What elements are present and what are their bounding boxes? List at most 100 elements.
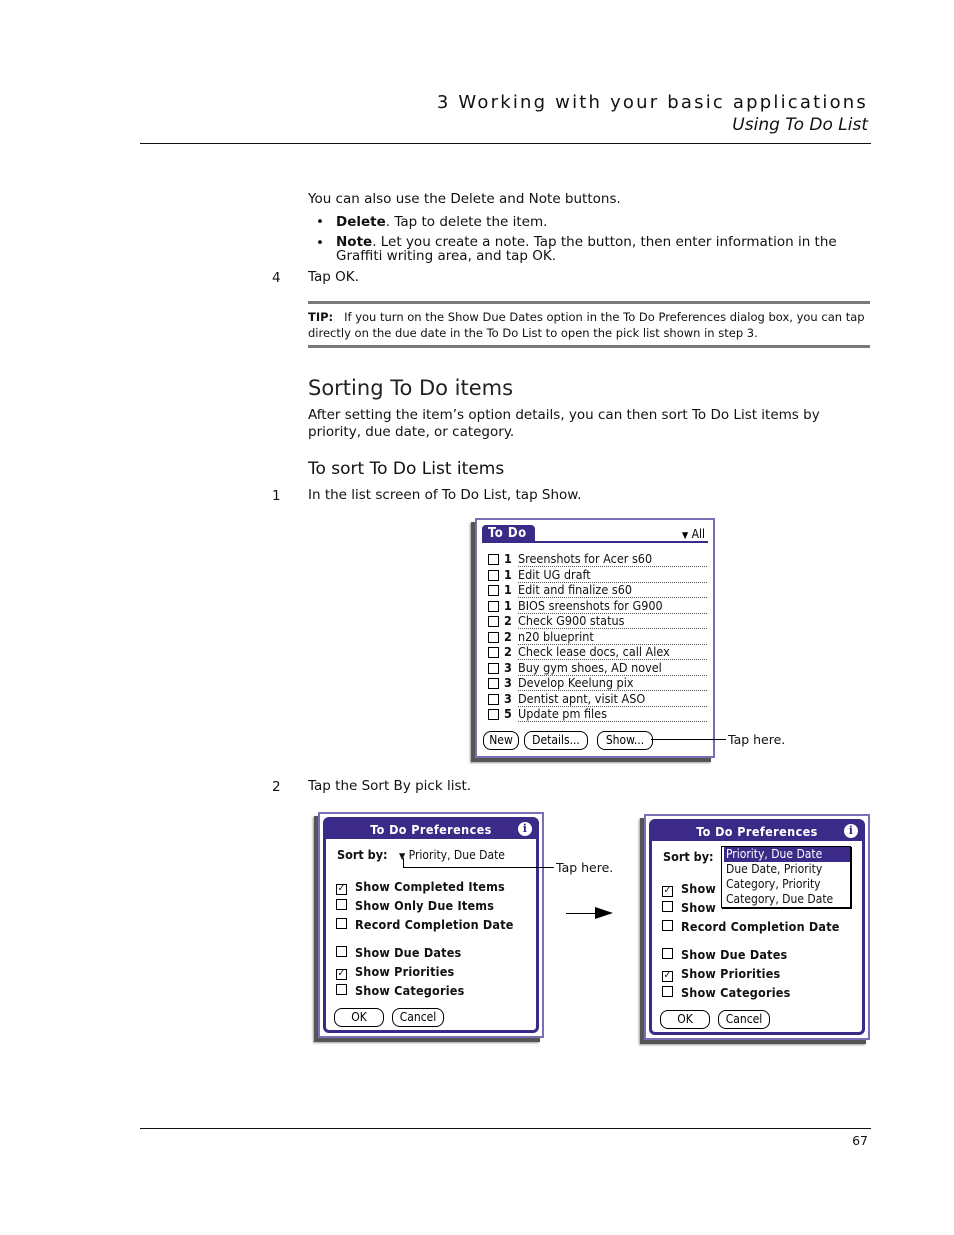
checkbox[interactable]: [488, 631, 499, 643]
checkbox[interactable]: [488, 554, 499, 565]
sort-option[interactable]: Category, Due Date: [724, 892, 850, 907]
checkbox[interactable]: [488, 569, 499, 581]
callout-line: [651, 739, 726, 740]
checked-box-icon[interactable]: ✓: [336, 884, 347, 895]
unchecked-box-icon[interactable]: [336, 899, 347, 910]
item-description[interactable]: Edit UG draft: [518, 567, 707, 583]
step-text: Tap OK.: [308, 269, 359, 285]
checkbox[interactable]: [488, 585, 499, 596]
bullet-mark: •: [316, 235, 324, 251]
option-checkbox[interactable]: Show Categories: [662, 985, 790, 1000]
item-description[interactable]: Update pm files: [518, 706, 707, 722]
item-description[interactable]: Dentist apnt, visit ASO: [518, 691, 707, 707]
checked-box-icon[interactable]: ✓: [662, 971, 673, 982]
prefs-screen-open: To Do Preferences i Sort by: ✓ Show Show Re…: [644, 814, 870, 1040]
show-button[interactable]: Show...: [597, 731, 653, 750]
option-checkbox[interactable]: ✓ Show Priorities: [336, 964, 454, 980]
item-description[interactable]: BIOS sreenshots for G900: [518, 598, 707, 614]
todo-item[interactable]: 1 Sreenshots for Acer s60: [485, 551, 707, 567]
option-checkbox[interactable]: ✓ Show Completed Items: [336, 879, 505, 895]
option-label: Show Only Due Items: [355, 898, 495, 913]
callout-line: [403, 867, 554, 868]
step-text: Tap the Sort By pick list.: [308, 778, 472, 794]
item-description[interactable]: Buy gym shoes, AD novel: [518, 660, 707, 676]
todo-item[interactable]: 3 Buy gym shoes, AD novel: [485, 660, 707, 676]
unchecked-box-icon[interactable]: [662, 901, 673, 912]
unchecked-box-icon[interactable]: [336, 984, 347, 995]
step-number: 4: [272, 270, 281, 286]
sort-by-picker[interactable]: ▼ Priority, Due Date: [399, 848, 505, 862]
checkbox[interactable]: [488, 647, 499, 658]
todo-item[interactable]: 5 Update pm files: [485, 706, 707, 722]
checkbox[interactable]: [488, 600, 499, 612]
option-checkbox[interactable]: Show Categories: [336, 983, 464, 998]
priority: 3: [504, 659, 512, 675]
sort-option[interactable]: Due Date, Priority: [724, 862, 850, 877]
title-underline: [482, 541, 708, 543]
option-checkbox[interactable]: ✓ Show Priorities: [662, 966, 780, 982]
option-checkbox[interactable]: ✓ Show: [662, 881, 716, 897]
todo-item[interactable]: 2 n20 blueprint: [485, 629, 707, 645]
unchecked-box-icon[interactable]: [662, 986, 673, 997]
item-description[interactable]: Check lease docs, call Alex: [518, 644, 707, 660]
checkbox[interactable]: [488, 693, 499, 705]
priority: 2: [504, 628, 512, 644]
footer-rule: [140, 1128, 871, 1129]
unchecked-box-icon[interactable]: [336, 946, 347, 957]
checkbox[interactable]: [488, 709, 499, 720]
item-description[interactable]: n20 blueprint: [518, 629, 707, 645]
unchecked-box-icon[interactable]: [662, 948, 673, 959]
sort-option[interactable]: Priority, Due Date: [724, 847, 850, 862]
checkbox[interactable]: [488, 662, 499, 674]
sort-by-label: Sort by:: [663, 849, 714, 864]
priority: 3: [504, 675, 512, 690]
todo-item[interactable]: 1 Edit and finalize s60: [485, 582, 707, 598]
item-description[interactable]: Check G900 status: [518, 613, 707, 629]
page-number: 67: [852, 1133, 868, 1148]
checkbox[interactable]: [488, 616, 499, 627]
todo-item[interactable]: 3 Dentist apnt, visit ASO: [485, 691, 707, 707]
details-button[interactable]: Details...: [524, 731, 588, 750]
option-checkbox[interactable]: Record Completion Date: [662, 919, 840, 934]
checked-box-icon[interactable]: ✓: [662, 886, 673, 897]
prefs-dialog: To Do Preferences i Sort by: ▼ Priority,…: [323, 817, 539, 1033]
option-checkbox[interactable]: Show Due Dates: [336, 945, 461, 960]
option-checkbox[interactable]: Show Only Due Items: [336, 898, 494, 913]
option-checkbox[interactable]: Record Completion Date: [336, 917, 514, 932]
todo-item[interactable]: 1 Edit UG draft: [485, 567, 707, 583]
procedure-heading: To sort To Do List items: [308, 459, 505, 479]
item-description[interactable]: Develop Keelung pix: [518, 675, 707, 691]
option-checkbox[interactable]: Show: [662, 900, 716, 915]
todo-item[interactable]: 1 BIOS sreenshots for G900: [485, 598, 707, 614]
bullet-mark: •: [316, 214, 324, 230]
bullet-text: . Let you create a note. Tap the button,…: [336, 234, 837, 264]
ok-button[interactable]: OK: [334, 1008, 384, 1027]
prefs-screen: To Do Preferences i Sort by: ▼ Priority,…: [318, 812, 544, 1038]
unchecked-box-icon[interactable]: [662, 920, 673, 931]
cancel-button[interactable]: Cancel: [392, 1008, 444, 1027]
option-checkbox[interactable]: Show Due Dates: [662, 947, 787, 962]
ok-button[interactable]: OK: [660, 1010, 710, 1029]
checked-box-icon[interactable]: ✓: [336, 969, 347, 980]
header-rule: [140, 143, 871, 144]
priority: 2: [504, 644, 512, 659]
arrow-line: [566, 913, 596, 914]
info-icon[interactable]: i: [844, 824, 858, 838]
new-button[interactable]: New: [483, 731, 519, 750]
item-description[interactable]: Sreenshots for Acer s60: [518, 551, 707, 567]
todo-item[interactable]: 2 Check G900 status: [485, 613, 707, 629]
sort-option[interactable]: Category, Priority: [724, 877, 850, 892]
step-number: 2: [272, 779, 281, 795]
cancel-button[interactable]: Cancel: [718, 1010, 770, 1029]
sort-by-label: Sort by:: [337, 847, 388, 862]
item-description[interactable]: Edit and finalize s60: [518, 582, 707, 598]
unchecked-box-icon[interactable]: [336, 918, 347, 929]
arrow-right-icon: [595, 907, 613, 919]
option-label: Record Completion Date: [355, 917, 514, 932]
priority: 3: [504, 690, 512, 706]
checkbox[interactable]: [488, 678, 499, 689]
category-picker[interactable]: ▼ All: [682, 525, 705, 545]
todo-item[interactable]: 2 Check lease docs, call Alex: [485, 644, 707, 660]
info-icon[interactable]: i: [518, 822, 532, 836]
todo-item[interactable]: 3 Develop Keelung pix: [485, 675, 707, 691]
